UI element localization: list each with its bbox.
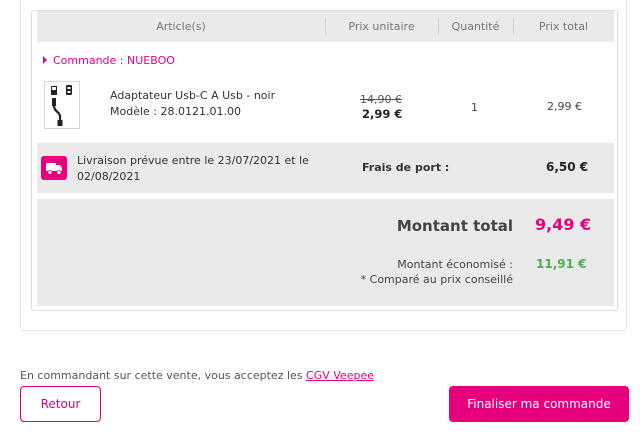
table-header: Article(s) Prix unitaire Quantité Prix t… bbox=[37, 11, 614, 42]
caret-right-icon bbox=[43, 56, 47, 64]
terms-notice: En commandant sur cette vente, vous acce… bbox=[20, 369, 374, 382]
savings-label-block: Montant économisé : * Comparé au prix co… bbox=[361, 257, 513, 287]
order-summary-panel: Article(s) Prix unitaire Quantité Prix t… bbox=[20, 0, 627, 331]
delivery-estimate: Livraison prévue entre le 23/07/2021 et … bbox=[77, 154, 309, 183]
totals-section: Montant total 9,49 € Montant économisé :… bbox=[37, 199, 614, 306]
header-quantity: Quantité bbox=[451, 20, 500, 33]
order-reference-label: Commande : NUEBOO bbox=[53, 54, 175, 67]
finalize-order-button[interactable]: Finaliser ma commande bbox=[449, 386, 629, 422]
product-thumbnail[interactable] bbox=[44, 81, 80, 129]
terms-text: En commandant sur cette vente, vous acce… bbox=[20, 369, 303, 382]
savings-label: Montant économisé : bbox=[397, 258, 513, 271]
product-name: Adaptateur Usb-C A Usb - noir bbox=[110, 89, 276, 102]
order-reference[interactable]: Commande : NUEBOO bbox=[43, 54, 175, 67]
truck-icon bbox=[41, 156, 67, 180]
cgv-link[interactable]: CGV Veepee bbox=[306, 369, 374, 382]
shipping-fee-value: 6,50 € bbox=[546, 160, 589, 174]
cart-table: Article(s) Prix unitaire Quantité Prix t… bbox=[31, 10, 618, 311]
shipping-row: Livraison prévue entre le 23/07/2021 et … bbox=[37, 143, 614, 193]
product-model: Modèle : 28.0121.01.00 bbox=[110, 105, 241, 118]
header-unit-price: Prix unitaire bbox=[348, 20, 415, 33]
back-button[interactable]: Retour bbox=[20, 386, 101, 422]
usb-adapter-icon bbox=[51, 85, 72, 126]
total-value: 9,49 € bbox=[535, 215, 592, 234]
shipping-fee-label: Frais de port : bbox=[362, 161, 450, 174]
product-quantity: 1 bbox=[471, 101, 478, 114]
savings-note: * Comparé au prix conseillé bbox=[360, 273, 513, 286]
total-label: Montant total bbox=[396, 217, 513, 235]
header-total-price: Prix total bbox=[538, 20, 589, 33]
product-info: Adaptateur Usb-C A Usb - noir Modèle : 2… bbox=[110, 88, 275, 120]
original-price: 14,90 € bbox=[360, 93, 402, 106]
sale-price: 2,99 € bbox=[362, 107, 403, 121]
line-total: 2,99 € bbox=[547, 100, 582, 113]
header-articles: Article(s) bbox=[156, 20, 206, 33]
savings-value: 11,91 € bbox=[536, 257, 587, 271]
